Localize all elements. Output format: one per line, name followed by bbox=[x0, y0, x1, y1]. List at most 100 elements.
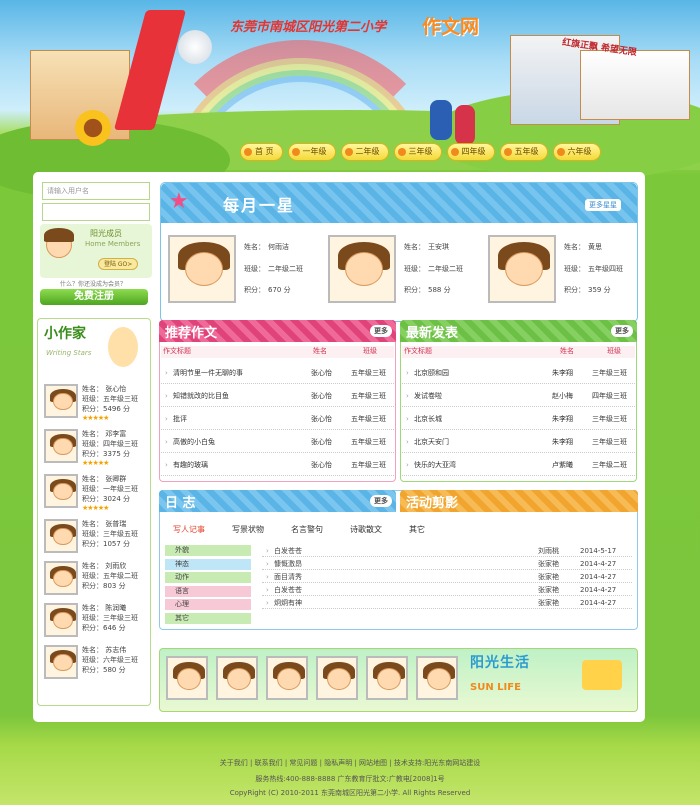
recommend-row[interactable]: › 批评 张心怡 五年级三班 bbox=[161, 408, 394, 430]
latest-row-title[interactable]: 发试卷啦 bbox=[414, 385, 442, 407]
star-more-button[interactable]: 更多星星 bbox=[585, 199, 621, 211]
recommend-row-title[interactable]: 高傲的小白兔 bbox=[173, 431, 215, 453]
star-member-name-label: 姓名： bbox=[404, 243, 425, 251]
latest-row-title[interactable]: 北京颐和园 bbox=[414, 362, 449, 384]
diary-row[interactable]: › 白发苍苍 张家艳 2014-4-27 bbox=[262, 584, 632, 596]
diary-row-title[interactable]: 慷慨激昂 bbox=[274, 558, 302, 570]
bullet-icon: › bbox=[406, 438, 409, 446]
recommend-more-button[interactable]: 更多 bbox=[370, 325, 392, 337]
nav-grade2[interactable]: 二年级 bbox=[340, 143, 389, 161]
bullet-icon: › bbox=[165, 438, 168, 446]
recommend-row[interactable]: › 知错就改的比目鱼 张心怡 五年级三班 bbox=[161, 385, 394, 407]
diary-tab-2[interactable]: 名言警句 bbox=[281, 524, 323, 535]
sunlife-subtitle: SUN LIFE bbox=[470, 682, 521, 693]
writer-name: 姓名： 苏志伟 bbox=[82, 646, 127, 654]
diary-category-5[interactable]: 其它 bbox=[165, 612, 251, 624]
latest-row-title[interactable]: 快乐的大亚湾 bbox=[414, 454, 456, 476]
diary-row[interactable]: › 白发苍苍 刘雨桃 2014-5-17 bbox=[262, 545, 632, 557]
diary-category-4[interactable]: 心理 bbox=[165, 599, 251, 610]
latest-row-title[interactable]: 北京长城 bbox=[414, 408, 442, 430]
school-building-far bbox=[580, 50, 690, 120]
footer-copyright: CopyRight (C) 2010-2011 东莞南城区阳光第二小学. All… bbox=[229, 789, 471, 797]
recommend-col-class: 班级 bbox=[363, 347, 377, 355]
latest-row[interactable]: › 北京天安门 朱李翔 三年级三班 bbox=[402, 431, 635, 453]
register-button[interactable]: 免费注册 bbox=[40, 289, 148, 305]
writer-score: 积分：646 分 bbox=[82, 624, 126, 632]
diary-category-0[interactable]: 外貌 bbox=[165, 545, 251, 556]
sunlife-kid-0-face bbox=[177, 667, 201, 690]
login-button[interactable]: 登陆 GO> bbox=[98, 258, 139, 270]
diary-row-date: 2014-4-27 bbox=[580, 586, 617, 594]
latest-row-title[interactable]: 北京天安门 bbox=[414, 431, 449, 453]
recommend-row-title[interactable]: 批评 bbox=[173, 408, 187, 430]
latest-row-name: 朱李翔 bbox=[552, 369, 573, 377]
kid-figure bbox=[430, 100, 452, 140]
latest-row-name: 赵小梅 bbox=[552, 392, 573, 400]
recommend-row-title[interactable]: 清明节里一件无聊的事 bbox=[173, 362, 243, 384]
diary-row-author: 张家艳 bbox=[538, 586, 559, 594]
star-member-score-label: 积分： bbox=[564, 286, 585, 294]
nav-grade6[interactable]: 六年级 bbox=[552, 143, 601, 161]
diary-row[interactable]: › 面目清秀 张家艳 2014-4-27 bbox=[262, 571, 632, 583]
nav-grade3[interactable]: 三年级 bbox=[393, 143, 442, 161]
nav-grade5[interactable]: 五年级 bbox=[499, 143, 548, 161]
diary-tab-4[interactable]: 其它 bbox=[399, 524, 425, 535]
sunlife-kid-3-avatar bbox=[316, 656, 358, 700]
writer-4-face bbox=[53, 570, 73, 588]
diary-row[interactable]: › 炯炯有神 张家艳 2014-4-27 bbox=[262, 597, 632, 609]
latest-row-class: 三年级三班 bbox=[592, 369, 627, 377]
diary-row-title[interactable]: 炯炯有神 bbox=[274, 597, 302, 609]
bullet-icon: › bbox=[165, 415, 168, 423]
writer-score: 积分：5496 分 bbox=[82, 405, 131, 413]
bullet-icon: › bbox=[165, 392, 168, 400]
writer-stars: ★★★★★ bbox=[82, 459, 109, 467]
latest-row[interactable]: › 发试卷啦 赵小梅 四年级三班 bbox=[402, 385, 635, 407]
writer-class: 班级：六年级三班 bbox=[82, 656, 138, 664]
diary-more-button[interactable]: 更多 bbox=[370, 495, 392, 507]
diary-tab-3[interactable]: 诗歌散文 bbox=[340, 524, 382, 535]
diary-row-title[interactable]: 面目清秀 bbox=[274, 571, 302, 583]
recommend-col-title: 作文标题 bbox=[163, 347, 191, 355]
nav-grade1[interactable]: 一年级 bbox=[287, 143, 336, 161]
nav-home[interactable]: 首 页 bbox=[240, 143, 283, 161]
recommend-title: 推荐作文 bbox=[165, 326, 218, 341]
recommend-row-title[interactable]: 有趣的玻璃 bbox=[173, 454, 208, 476]
latest-row[interactable]: › 北京长城 朱李翔 三年级三班 bbox=[402, 408, 635, 430]
username-input[interactable]: 请输入用户名 bbox=[42, 182, 150, 200]
recommend-row-name: 张心怡 bbox=[311, 392, 332, 400]
latest-more-button[interactable]: 更多 bbox=[611, 325, 633, 337]
writer-stars: ★★★★★ bbox=[82, 414, 109, 422]
writer-name: 姓名： 陈润曦 bbox=[82, 604, 127, 612]
writer-score: 积分：803 分 bbox=[82, 582, 126, 590]
diary-row-title[interactable]: 白发苍苍 bbox=[274, 545, 302, 557]
recommend-row[interactable]: › 高傲的小白兔 张心怡 五年级三班 bbox=[161, 431, 394, 453]
diary-tab-1[interactable]: 写景状物 bbox=[222, 524, 264, 535]
writer-class: 班级：三年级三班 bbox=[82, 614, 138, 622]
recommend-row-class: 五年级三班 bbox=[351, 461, 386, 469]
school-name: 东莞市南城区阳光第二小学 bbox=[230, 20, 387, 35]
sunlife-kid-0-avatar bbox=[166, 656, 208, 700]
recommend-row[interactable]: › 有趣的玻璃 张心怡 五年级三班 bbox=[161, 454, 394, 476]
diary-row-author: 张家艳 bbox=[538, 573, 559, 581]
recommend-row-class: 五年级三班 bbox=[351, 415, 386, 423]
recommend-row[interactable]: › 清明节里一件无聊的事 张心怡 五年级三班 bbox=[161, 362, 394, 384]
diary-row-title[interactable]: 白发苍苍 bbox=[274, 584, 302, 596]
password-input[interactable] bbox=[42, 203, 150, 221]
nav-grade4[interactable]: 四年级 bbox=[446, 143, 495, 161]
latest-row[interactable]: › 北京颐和园 朱李翔 三年级三班 bbox=[402, 362, 635, 384]
diary-tab-0[interactable]: 写人记事 bbox=[163, 524, 205, 535]
writer-mascot bbox=[108, 327, 138, 367]
writer-3-face bbox=[53, 528, 73, 546]
star-member-0-face bbox=[184, 251, 224, 286]
recommend-row-title[interactable]: 知错就改的比目鱼 bbox=[173, 385, 229, 407]
diary-row-date: 2014-5-17 bbox=[580, 547, 617, 555]
diary-row[interactable]: › 慷慨激昂 张家艳 2014-4-27 bbox=[262, 558, 632, 570]
diary-category-2[interactable]: 动作 bbox=[165, 572, 251, 583]
diary-category-3[interactable]: 语言 bbox=[165, 585, 251, 597]
sunlife-kid-4-face bbox=[377, 667, 401, 690]
latest-row[interactable]: › 快乐的大亚湾 卢紫曦 三年级二班 bbox=[402, 454, 635, 476]
diary-row-date: 2014-4-27 bbox=[580, 573, 617, 581]
activity-title: 活动剪影 bbox=[406, 496, 459, 511]
diary-category-1[interactable]: 神态 bbox=[165, 558, 251, 570]
footer-links[interactable]: 关于我们 | 联系我们 | 常见问题 | 隐私声明 | 网站地图 | 技术支持:… bbox=[0, 758, 700, 768]
